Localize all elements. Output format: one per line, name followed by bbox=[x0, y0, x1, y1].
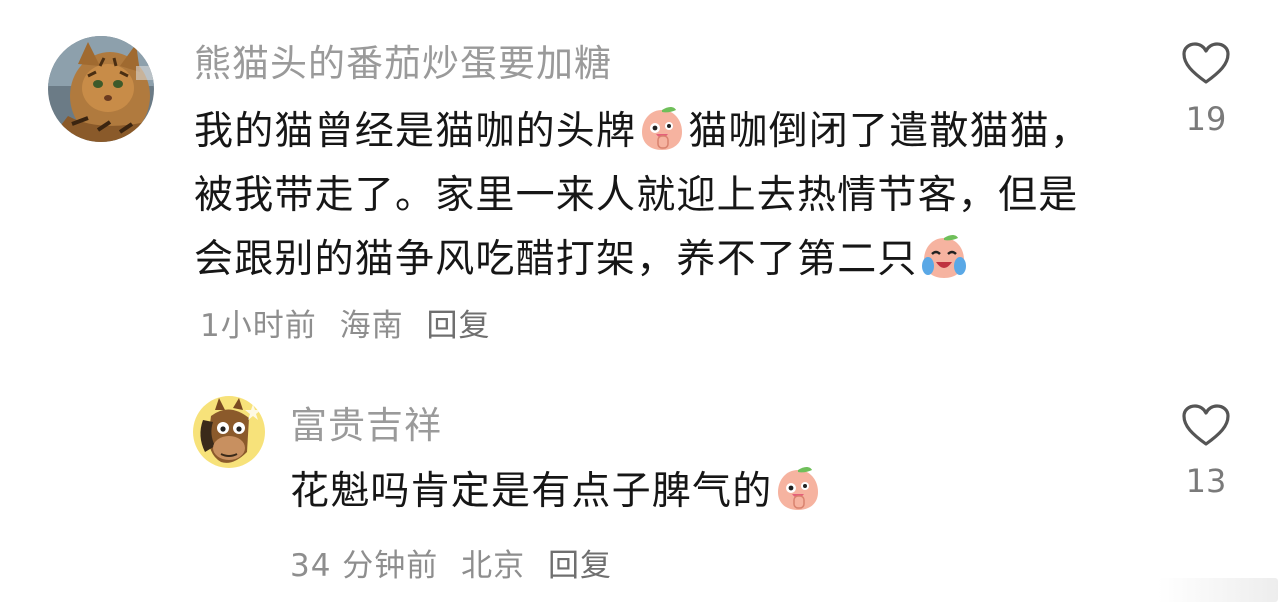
heart-icon bbox=[1182, 42, 1230, 84]
comment-meta: 34 分钟前 北京 回复 bbox=[290, 540, 624, 585]
peach-thinking-emoji-icon bbox=[638, 104, 686, 152]
comment-item: 熊猫头的番茄炒蛋要加糖 我的猫曾经是猫咖的头牌 猫咖倒闭了遣散猫猫，被我带走了。… bbox=[0, 0, 1284, 380]
comment-text: 花魁吗肯定是有点子脾气的 bbox=[290, 460, 1090, 524]
comment-time: 1小时前 bbox=[200, 308, 317, 344]
cartoon-horse-avatar-icon bbox=[193, 396, 265, 468]
reply-button[interactable]: 回复 bbox=[548, 548, 612, 584]
reply-button[interactable]: 回复 bbox=[426, 308, 490, 344]
user-avatar[interactable] bbox=[48, 36, 154, 142]
comment-text-part: 花魁吗肯定是有点子脾气的 bbox=[290, 469, 773, 514]
comment-item: 富贵吉祥 花魁吗肯定是有点子脾气的 34 分钟前 北京 回复 13 bbox=[0, 380, 1284, 610]
like-count: 19 bbox=[1185, 100, 1227, 138]
user-avatar[interactable] bbox=[193, 396, 265, 468]
peach-thinking-emoji-icon bbox=[774, 464, 822, 512]
watermark bbox=[1158, 578, 1278, 602]
comment-text-part: 我的猫曾经是猫咖的头牌 bbox=[194, 109, 637, 154]
comment-location: 北京 bbox=[461, 548, 526, 584]
like-count: 13 bbox=[1185, 462, 1227, 500]
heart-icon bbox=[1182, 404, 1230, 446]
comment-time: 34 分钟前 bbox=[290, 548, 439, 584]
like-button[interactable]: 19 bbox=[1176, 40, 1236, 138]
username[interactable]: 熊猫头的番茄炒蛋要加糖 bbox=[194, 42, 612, 86]
comment-text: 我的猫曾经是猫咖的头牌 猫咖倒闭了遣散猫猫，被我带走了。家里一来人就迎上去热情节… bbox=[194, 100, 1094, 358]
username[interactable]: 富贵吉祥 bbox=[290, 404, 442, 448]
comment-location: 海南 bbox=[339, 308, 404, 344]
like-button[interactable]: 13 bbox=[1176, 402, 1236, 500]
tabby-cat-avatar-icon bbox=[48, 36, 154, 142]
comment-meta: 1小时前 海南 回复 bbox=[200, 294, 502, 358]
peach-crying-emoji-icon bbox=[920, 232, 968, 280]
